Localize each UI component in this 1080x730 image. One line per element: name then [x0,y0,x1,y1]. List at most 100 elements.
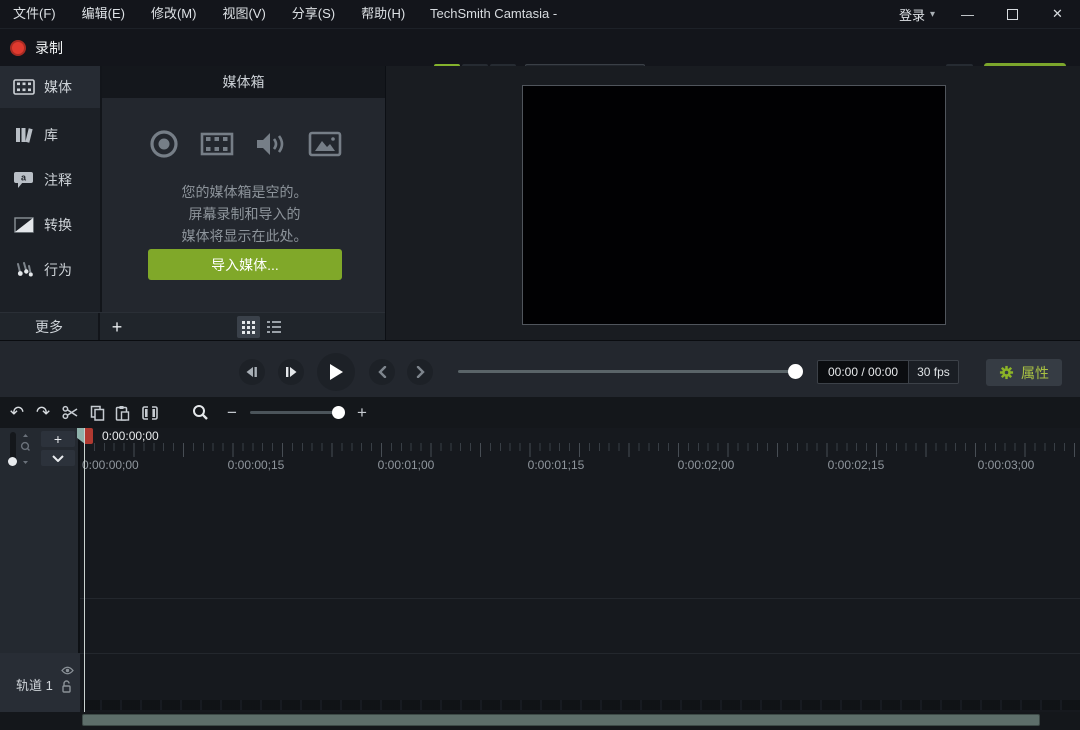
zoom-in-button[interactable]: + [352,397,372,428]
current-time: 00:00 / 00:00 [818,361,909,383]
timeline-divider [80,653,1080,654]
menu-file[interactable]: 文件(F) [0,0,69,28]
sidebar-item-label: 行为 [44,262,72,278]
properties-label: 属性 [1021,364,1049,381]
properties-button[interactable]: 属性 [986,359,1062,386]
timeline-scrollbar [0,712,1080,730]
window-title: TechSmith Camtasia - [430,6,558,21]
menu-share[interactable]: 分享(S) [279,0,348,28]
sidebar-item-behaviors[interactable]: 行为 [0,248,100,292]
audio-icon [256,133,283,155]
list-view-icon [266,321,281,333]
timeline-zoom-slider-thumb[interactable] [332,406,345,419]
step-forward-button[interactable] [278,359,304,385]
canvas-area [385,66,1080,340]
minimize-button[interactable]: — [945,0,990,28]
chevron-down-icon [52,454,64,462]
import-media-label: 导入媒体... [211,256,279,273]
frame-rate: 30 fps [908,361,958,383]
track-zoom-control[interactable] [20,434,31,464]
menu-edit[interactable]: 编辑(E) [69,0,138,28]
close-icon: ✕ [1052,6,1063,21]
sidebar-item-library[interactable]: 库 [0,113,100,157]
track-height-slider-thumb[interactable] [8,457,17,466]
media-type-icons [102,128,387,160]
sign-in-button[interactable]: 登录 ▾ [889,5,945,24]
timeline-divider [80,598,1080,599]
seek-slider[interactable] [458,370,800,373]
magnifier-icon [192,405,208,420]
sidebar-item-label: 库 [44,127,58,143]
ruler-label: 0:00:01;00 [377,458,435,472]
play-button[interactable] [317,353,355,391]
record-icon [10,40,26,56]
chevron-left-icon [377,366,386,378]
scissors-icon [61,405,77,420]
preview-canvas[interactable] [522,85,946,325]
main-area: 媒体 库 a 注释 转换 行为 媒体箱 您的媒体箱是空的。 屏幕录制和导入的 媒… [0,66,1080,341]
track-lock-toggle[interactable] [61,680,72,693]
sidebar: 媒体 库 a 注释 转换 行为 [0,66,100,312]
playhead-out-marker[interactable] [85,428,93,444]
more-tabs-button[interactable]: 更多 [0,313,100,341]
step-forward-icon [286,367,297,377]
track-height-slider[interactable] [10,432,16,460]
track-zoom-icon [20,434,30,464]
next-clip-button[interactable] [407,359,433,385]
import-media-button[interactable]: 导入媒体... [148,249,342,280]
sidebar-item-label: 转换 [44,217,72,233]
menu-help[interactable]: 帮助(H) [348,0,418,28]
copy-button[interactable] [86,397,108,428]
record-button[interactable]: 录制 [10,36,63,60]
undo-button[interactable]: ↶ [6,397,28,428]
sidebar-item-label: 媒体 [44,79,72,95]
paste-button[interactable] [111,397,133,428]
main-toolbar: 录制 22% ▾ [0,28,1080,90]
sidebar-item-media[interactable]: 媒体 [0,66,100,108]
plus-icon: + [53,431,63,447]
split-button[interactable] [139,397,161,428]
ruler-ticks[interactable] [84,443,1080,457]
title-bar: 文件(F) 编辑(E) 修改(M) 视图(V) 分享(S) 帮助(H) Tech… [0,0,1080,28]
menu-view[interactable]: 视图(V) [209,0,278,28]
media-bin-title: 媒体箱 [222,74,265,90]
add-track-button[interactable]: + [41,431,75,447]
list-view-button[interactable] [262,316,285,338]
add-media-button[interactable]: + [105,315,129,339]
minimize-icon: — [961,6,974,22]
timeline-zoom-button[interactable] [188,397,212,428]
ruler-label: 0:00:02;15 [827,458,885,472]
minus-icon: − [227,402,237,422]
playhead-line[interactable] [84,428,85,712]
collapse-tracks-button[interactable] [41,450,75,466]
playhead-handle[interactable] [77,428,93,444]
ruler-label: 0:00:00;00 [82,458,139,472]
sidebar-item-transitions[interactable]: 转换 [0,203,100,247]
menu-modify[interactable]: 修改(M) [138,0,210,28]
grid-view-button[interactable] [237,316,260,338]
timeline-gutter: + 轨道 1 [0,428,80,712]
copy-icon [90,405,104,421]
timeline-zoom-slider[interactable] [250,411,344,414]
video-icon [200,132,233,156]
eye-icon [61,666,74,675]
step-back-icon [246,367,257,377]
track-name: 轨道 1 [16,678,53,693]
close-button[interactable]: ✕ [1035,0,1080,28]
track-visibility-toggle[interactable] [61,666,74,675]
library-books-icon [12,125,36,145]
ruler-label: 0:00:01;15 [527,458,585,472]
zoom-out-button[interactable]: − [222,397,242,428]
lock-open-icon [62,680,71,693]
previous-clip-button[interactable] [369,359,395,385]
seek-slider-thumb[interactable] [788,364,803,379]
sidebar-item-annotations[interactable]: a 注释 [0,158,100,202]
track-1-header[interactable]: 轨道 1 [0,653,80,712]
ruler-label: 0:00:02;00 [677,458,735,472]
timeline-scrollbar-thumb[interactable] [82,714,1040,726]
maximize-button[interactable] [990,0,1035,28]
ruler-label: 0:00:00;15 [227,458,285,472]
cut-button[interactable] [59,397,81,428]
step-back-button[interactable] [239,359,265,385]
redo-button[interactable]: ↷ [32,397,54,428]
